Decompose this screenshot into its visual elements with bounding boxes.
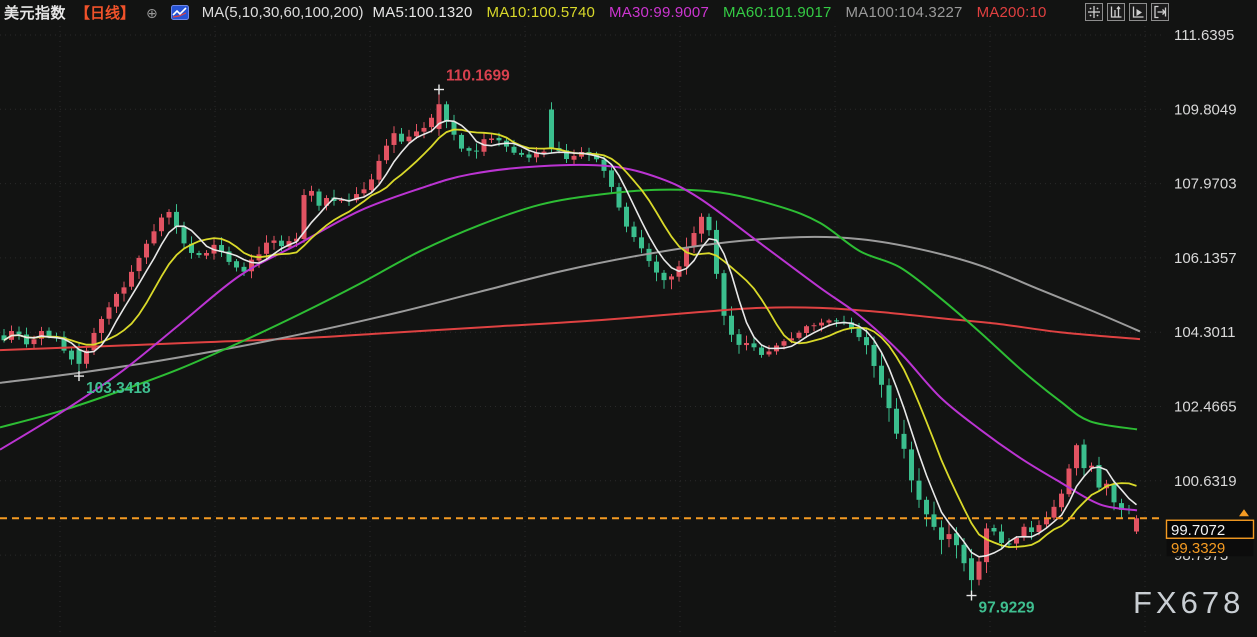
y-axis-label: 109.8049 [1174,101,1237,118]
price-annotation: 110.1699 [446,68,510,85]
ma-value: MA60:101.9017 [723,4,832,21]
ma-value: MA30:99.9007 [609,4,710,21]
ma-line-ma5 [3,119,1138,558]
chart-scale-icon[interactable] [1107,3,1125,21]
y-axis-label: 100.6319 [1174,473,1237,490]
ma-line-ma10 [3,128,1137,549]
watermark: FX678 [1133,585,1244,620]
symbol-title: 美元指数 [4,5,67,22]
ma-line-ma100 [0,235,1141,384]
chart-play-icon[interactable] [1129,3,1147,21]
ma-lines [0,119,1141,558]
crosshair-icon[interactable] [1085,3,1103,21]
ma-line-ma60 [0,188,1138,431]
price-annotation: 97.9229 [979,600,1035,617]
ma-value: MA100:104.3227 [845,4,963,21]
ma-value: MA10:100.5740 [486,4,596,21]
y-axis-label: 111.6395 [1174,27,1234,44]
toolbar: 美元指数 【日线】 ⊕ MA(5,10,30,60,100,200) MA5:1… [0,0,1257,25]
pop-out-icon[interactable] [1151,3,1169,21]
ma-value: MA5:100.1320 [372,4,473,21]
candlestick-chart[interactable]: 110.1699103.341897.9229111.6395109.80491… [0,0,1257,637]
price-labels: 99.707299.3329 [1165,519,1255,557]
ma-settings-label: MA(5,10,30,60,100,200) [201,4,364,21]
y-axis[interactable]: 111.6395 109.8049 107.9703 106.1357 104.3011… [1174,27,1237,564]
chart-window: 110.1699 103.3418 97.9229 111.6395 109.8049 1… [0,0,1257,637]
secondary-price-value: 99.3329 [1171,540,1225,557]
add-indicator-icon[interactable]: ⊕ [146,6,158,20]
ma-values: MA5:100.1320 MA10:100.5740 MA30:99.9007 MA6… [373,4,1047,21]
y-axis-label: 106.1357 [1174,250,1237,267]
price-arrow-icon [1239,509,1249,517]
chart-type-icon[interactable] [170,5,189,20]
price-annotation: 103.3418 [86,380,151,397]
ma-line-ma200 [0,306,1141,352]
period-selector[interactable]: 【日线】 [75,2,135,23]
y-axis-label: 104.3011 [1174,324,1235,341]
ma-value: MA200:10 [976,4,1047,21]
y-axis-label: 102.4665 [1174,399,1237,416]
window-controls [1085,3,1169,21]
last-price-value: 99.7072 [1171,522,1225,539]
y-axis-label: 107.9703 [1174,176,1237,193]
